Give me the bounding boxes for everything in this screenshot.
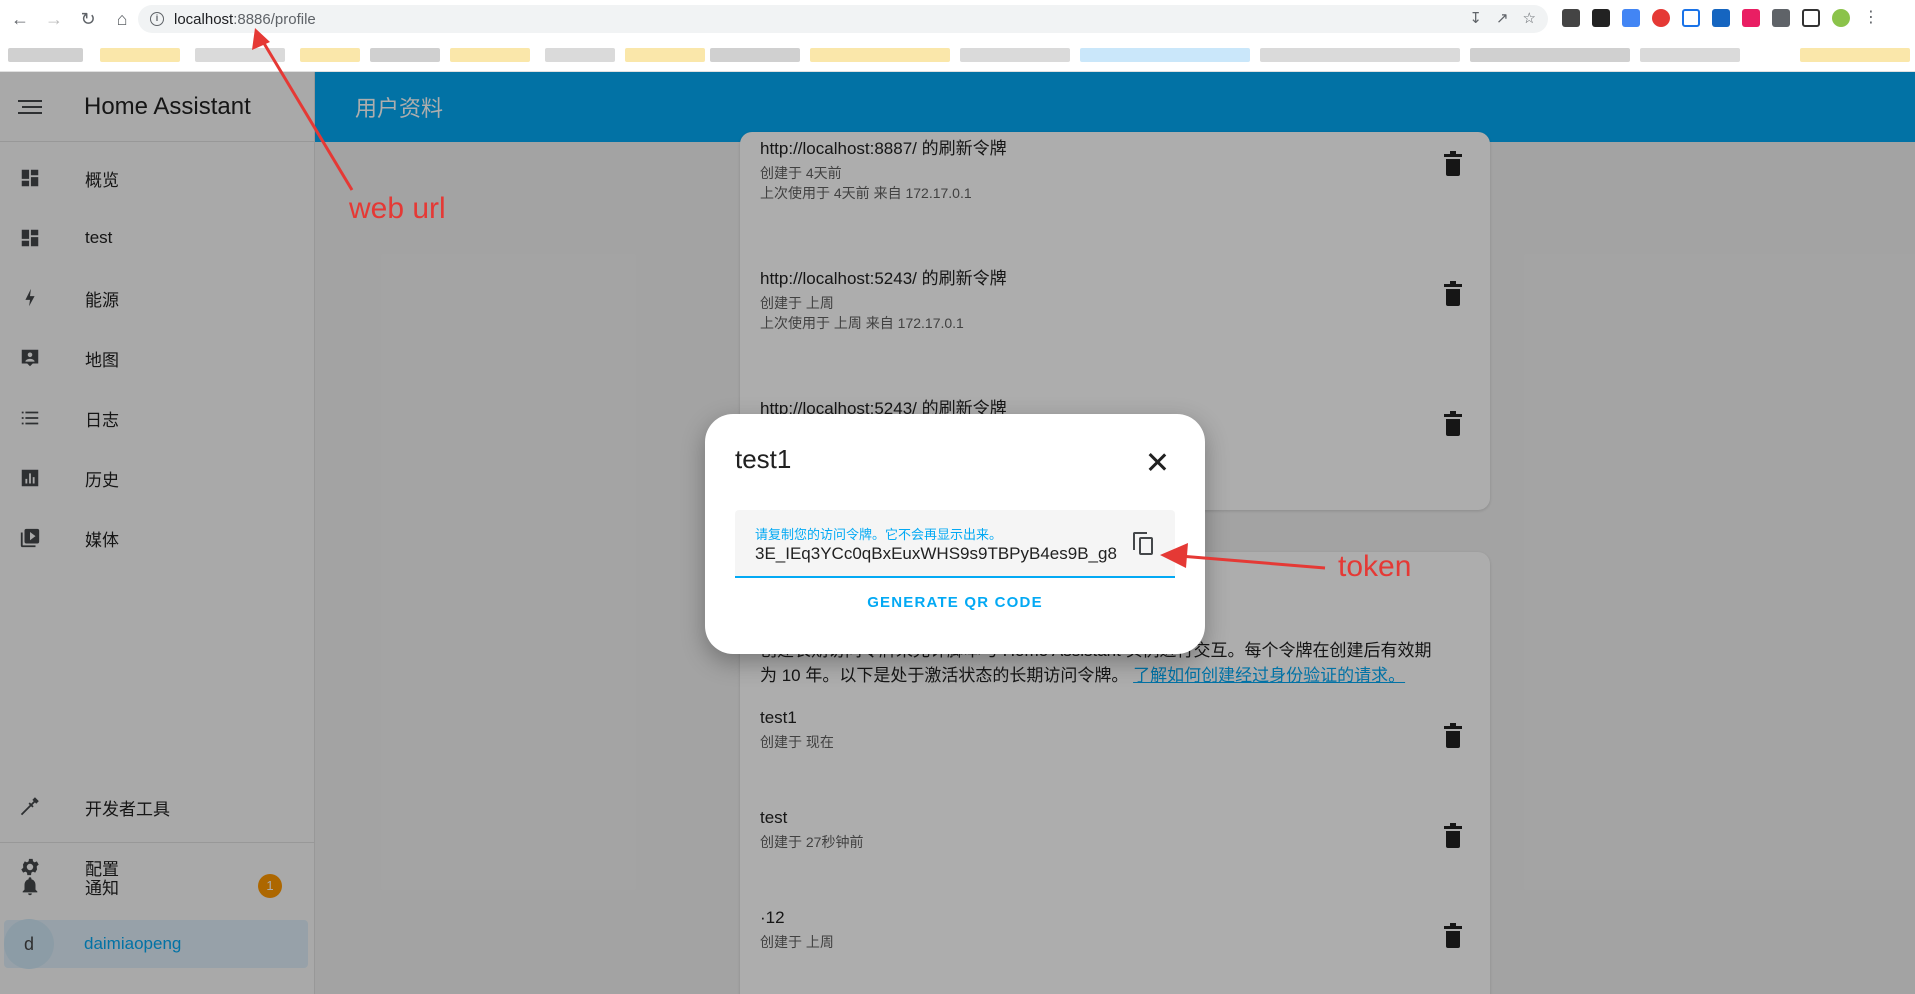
back-icon[interactable]: ← [6,5,34,33]
qr-extension-icon[interactable] [1562,9,1580,27]
opera-extension-icon[interactable] [1652,9,1670,27]
url-path: :8886/profile [233,10,316,28]
bookmark-item[interactable] [300,48,360,62]
token-value[interactable]: 3E_IEq3YCc0qBxEuxWHS9s9TBPyB4es9B_g8 [755,544,1125,564]
bookmark-item[interactable] [960,48,1070,62]
bookmarks-bar [0,38,1915,72]
puzzle-extension-icon[interactable] [1772,9,1790,27]
bookmark-star-icon[interactable]: ☆ [1523,9,1536,27]
info-icon[interactable]: i [150,12,164,26]
profile-avatar-icon[interactable] [1832,9,1850,27]
forward-icon[interactable]: → [40,5,68,33]
home-icon[interactable]: ⌂ [108,5,136,33]
bookmark-item[interactable] [100,48,180,62]
bookmark-item[interactable] [195,48,285,62]
reload-icon[interactable]: ↻ [74,5,102,33]
bookmark-item[interactable] [8,48,83,62]
copy-icon[interactable] [1133,532,1155,556]
bookmark-item[interactable] [1260,48,1460,62]
download-icon[interactable]: ↧ [1469,9,1482,27]
pink-extension-icon[interactable] [1742,9,1760,27]
wave-extension-icon[interactable] [1682,9,1700,27]
bookmark-item[interactable] [370,48,440,62]
bookmark-item[interactable] [545,48,615,62]
bookmark-item[interactable] [710,48,800,62]
address-bar[interactable]: i localhost:8886/profile ↧ ↗ ☆ [138,5,1548,33]
browser-toolbar: ← → ↻ ⌂ i localhost:8886/profile ↧ ↗ ☆ ⋮ [0,0,1915,38]
bookmark-item[interactable] [1800,48,1910,62]
translate-extension-icon[interactable] [1622,9,1640,27]
sidepanel-icon[interactable] [1802,9,1820,27]
share-icon[interactable]: ↗ [1496,9,1509,27]
bookmark-item[interactable] [1080,48,1250,62]
generate-qr-code-button[interactable]: GENERATE QR CODE [705,594,1205,611]
close-icon[interactable] [1145,450,1169,474]
bookmark-item[interactable] [810,48,950,62]
web-url-annotation: web url [349,192,446,225]
incognito-extension-icon[interactable] [1592,9,1610,27]
url-host: localhost [174,10,234,28]
token-annotation: token [1338,550,1412,583]
calendar-extension-icon[interactable] [1712,9,1730,27]
bookmark-item[interactable] [1640,48,1740,62]
token-field[interactable]: 请复制您的访问令牌。它不会再显示出来。 3E_IEq3YCc0qBxEuxWHS… [735,510,1175,578]
more-menu-icon[interactable]: ⋮ [1862,9,1880,27]
bookmark-item[interactable] [625,48,705,62]
token-dialog: test1 请复制您的访问令牌。它不会再显示出来。 3E_IEq3YCc0qBx… [705,414,1205,654]
bookmark-item[interactable] [450,48,530,62]
dialog-title: test1 [735,444,792,474]
token-field-label: 请复制您的访问令牌。它不会再显示出来。 [755,527,1003,542]
bookmark-item[interactable] [1470,48,1630,62]
